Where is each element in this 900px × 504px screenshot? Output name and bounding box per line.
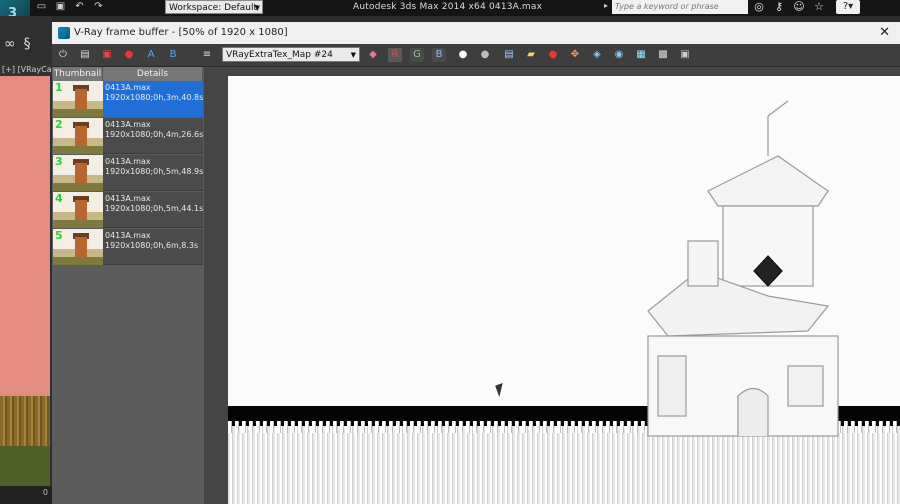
blue-channel-button[interactable]: B	[432, 48, 446, 62]
power-icon[interactable]: ⏻	[56, 48, 70, 62]
history-thumbnail: 5	[53, 229, 103, 265]
info-center-icons: ◎ ⚷ ☺ ☆	[752, 0, 826, 14]
history-file: 0413A.max	[105, 194, 151, 203]
delete-icon[interactable]: ●	[122, 48, 136, 62]
binoculars-icon[interactable]: ◎	[752, 0, 766, 14]
user-icon[interactable]: ☺	[792, 0, 806, 14]
red-channel-button[interactable]: R	[388, 48, 402, 62]
max-viewport[interactable]	[0, 76, 50, 486]
star-icon[interactable]: ☆	[812, 0, 826, 14]
history-thumbnail: 1	[53, 81, 103, 117]
viewport-ground	[0, 446, 50, 486]
quick-access-toolbar: ▭ ▣ ↶ ↷	[36, 1, 104, 13]
folder-open-icon[interactable]: ▭	[36, 1, 47, 13]
history-info: 1920x1080;0h,5m,44.1s	[105, 204, 203, 213]
history-number: 1	[55, 81, 63, 94]
green-channel-button[interactable]: G	[410, 48, 424, 62]
history-number: 3	[55, 155, 63, 168]
menu-icon[interactable]: ≡	[200, 48, 214, 62]
vfb-title: V-Ray frame buffer - [50% of 1920 x 1080…	[74, 27, 288, 38]
viewport-label[interactable]: [+] [VRayCa	[0, 64, 52, 76]
search-chevron-icon[interactable]: ▸	[604, 1, 608, 10]
history-row[interactable]: 3 0413A.max 1920x1080;0h,5m,48.9s	[53, 155, 203, 191]
stamp-icon[interactable]: ▣	[678, 48, 692, 62]
history-thumbnail: 3	[53, 155, 103, 191]
key-icon[interactable]: ⚷	[772, 0, 786, 14]
alpha-white-icon[interactable]: ●	[456, 48, 470, 62]
vray-frame-buffer-window: V-Ray frame buffer - [50% of 1920 x 1080…	[52, 22, 900, 504]
history-file: 0413A.max	[105, 83, 151, 92]
history-file: 0413A.max	[105, 120, 151, 129]
history-header: Thumbnail Details	[53, 67, 203, 81]
render-canvas[interactable]	[228, 76, 900, 504]
history-row[interactable]: 5 0413A.max 1920x1080;0h,6m,8.3s	[53, 229, 203, 265]
history-file: 0413A.max	[105, 157, 151, 166]
history-row[interactable]: 1 0413A.max 1920x1080;0h,3m,40.8s	[53, 81, 203, 117]
history-details: 0413A.max 1920x1080;0h,5m,48.9s	[103, 155, 203, 191]
history-thumbnail: 4	[53, 192, 103, 228]
history-thumbnail: 2	[53, 118, 103, 154]
history-details: 0413A.max 1920x1080;0h,4m,26.6s	[103, 118, 203, 154]
vray-icon	[58, 27, 70, 39]
render-icon[interactable]: ▩	[656, 48, 670, 62]
workspace-label: Workspace: Default	[169, 3, 257, 13]
time-slider[interactable]: 0	[0, 486, 52, 504]
help-button[interactable]: ?▾	[836, 0, 860, 14]
link-icon[interactable]: ∞	[4, 36, 16, 52]
lens-effects-icon[interactable]: ▦	[634, 48, 648, 62]
save-image-icon[interactable]: ▤	[78, 48, 92, 62]
history-number: 5	[55, 229, 63, 242]
save-icon[interactable]: ▣	[55, 1, 66, 13]
history-details: 0413A.max 1920x1080;0h,5m,44.1s	[103, 192, 203, 228]
app-title: Autodesk 3ds Max 2014 x64 0413A.max	[353, 2, 543, 12]
workspace-dropdown[interactable]: Workspace: Default ▼	[165, 0, 263, 14]
channel-dropdown[interactable]: VRayExtraTex_Map #24 ▼	[222, 47, 360, 62]
history-number: 2	[55, 118, 63, 131]
render-house	[647, 100, 839, 437]
history-info: 1920x1080;0h,6m,8.3s	[105, 241, 199, 250]
clear-icon[interactable]: ●	[546, 48, 560, 62]
history-row[interactable]: 2 0413A.max 1920x1080;0h,4m,26.6s	[53, 118, 203, 154]
history-col-thumbnail[interactable]: Thumbnail	[53, 67, 103, 81]
render-history-panel: Thumbnail Details 1 0413A.max 1920x1080;0…	[52, 67, 204, 504]
history-details: 0413A.max 1920x1080;0h,3m,40.8s	[103, 81, 203, 117]
mono-icon[interactable]: ●	[478, 48, 492, 62]
history-info: 1920x1080;0h,4m,26.6s	[105, 130, 203, 139]
channel-label: VRayExtraTex_Map #24	[226, 50, 333, 60]
track-mouse-icon[interactable]: ✥	[568, 48, 582, 62]
undo-icon[interactable]: ↶	[74, 1, 85, 13]
load-image-icon[interactable]: ▣	[100, 48, 114, 62]
vfb-title-bar: V-Ray frame buffer - [50% of 1920 x 1080…	[52, 22, 900, 44]
frame-number: 0	[42, 488, 48, 497]
compare-b-icon[interactable]: B	[166, 48, 180, 62]
search-input[interactable]: Type a keyword or phrase	[612, 0, 748, 14]
history-col-details[interactable]: Details	[103, 67, 203, 81]
save-icon[interactable]: ▤	[502, 48, 516, 62]
compare-a-icon[interactable]: A	[144, 48, 158, 62]
history-number: 4	[55, 192, 63, 205]
history-row[interactable]: 4 0413A.max 1920x1080;0h,5m,44.1s	[53, 192, 203, 228]
max-title-bar: 3 ▭ ▣ ↶ ↷ Workspace: Default ▼ Autodesk …	[0, 0, 900, 30]
max-tool-icons: ∞ §	[4, 36, 31, 52]
close-icon[interactable]: ✕	[879, 22, 890, 44]
vfb-toolbar: ⏻ ▤ ▣ ● A B ≡ VRayExtraTex_Map #24 ▼ ◆ R…	[52, 44, 900, 67]
history-details: 0413A.max 1920x1080;0h,6m,8.3s	[103, 229, 203, 265]
unlink-icon[interactable]: §	[24, 36, 31, 52]
history-info: 1920x1080;0h,3m,40.8s	[105, 93, 203, 102]
open-folder-icon[interactable]: ▰	[524, 48, 538, 62]
link-icon[interactable]: ◉	[612, 48, 626, 62]
color-icon[interactable]: ◆	[366, 48, 380, 62]
redo-icon[interactable]: ↷	[93, 1, 104, 13]
history-file: 0413A.max	[105, 231, 151, 240]
chevron-down-icon: ▼	[350, 51, 356, 59]
chevron-down-icon: ▼	[254, 4, 260, 12]
region-render-icon[interactable]: ◈	[590, 48, 604, 62]
history-info: 1920x1080;0h,5m,48.9s	[105, 167, 203, 176]
mouse-cursor	[495, 382, 507, 398]
